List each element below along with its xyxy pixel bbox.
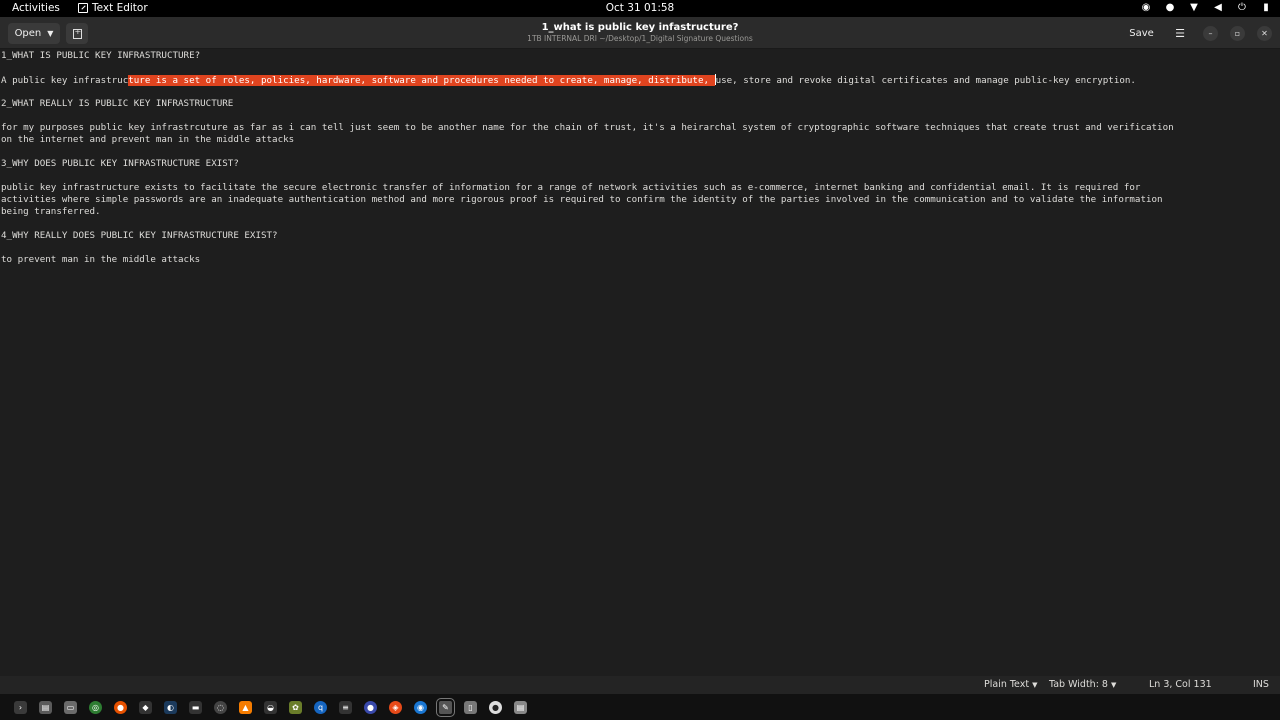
language-selector[interactable]: Plain Text ▼: [984, 679, 1037, 690]
vlc-icon[interactable]: ▲: [239, 700, 252, 714]
close-icon: ✕: [1261, 29, 1268, 38]
firefox-icon[interactable]: ●: [114, 700, 127, 714]
terminal-icon[interactable]: ›: [14, 700, 27, 714]
chat-icon[interactable]: ●: [364, 700, 377, 714]
app-menu-label: Text Editor: [92, 2, 148, 14]
text-line[interactable]: public key infrastructure exists to faci…: [1, 182, 1140, 194]
obs-icon[interactable]: ●: [489, 700, 502, 714]
save-button[interactable]: Save: [1124, 23, 1159, 44]
document-icon[interactable]: ▯: [464, 700, 477, 714]
brave-icon[interactable]: ◈: [389, 700, 402, 714]
minimize-button[interactable]: –: [1203, 26, 1218, 41]
chrome-icon[interactable]: ◎: [89, 700, 102, 714]
text-segment: A public key infrastruc: [1, 75, 129, 86]
activities-button[interactable]: Activities: [12, 2, 60, 14]
window-title: 1_what is public key infastructure? 1TB …: [0, 22, 1280, 43]
insert-mode-indicator: INS: [1253, 679, 1269, 690]
status-bar: Plain Text ▼ Tab Width: 8 ▼ Ln 3, Col 131 …: [0, 676, 1280, 694]
text-line[interactable]: activities where simple passwords are an…: [1, 194, 1163, 206]
system-tray[interactable]: ◉ ● ▼ ◀ ⏻ ▮: [1140, 2, 1272, 13]
accessibility-icon[interactable]: ◉: [1140, 2, 1152, 13]
chevron-down-icon: ▼: [1110, 681, 1117, 689]
garden-icon[interactable]: ✿: [289, 700, 302, 714]
chevron-down-icon: ▼: [1032, 681, 1038, 689]
text-line[interactable]: to prevent man in the middle attacks: [1, 254, 200, 266]
text-line[interactable]: 1_WHAT IS PUBLIC KEY INFRASTRUCTURE?: [1, 50, 200, 62]
text-line[interactable]: 4_WHY REALLY DOES PUBLIC KEY INFRASTRUCT…: [1, 230, 278, 242]
app-menu[interactable]: Text Editor: [78, 2, 148, 14]
hamburger-menu-icon: ☰: [1175, 27, 1185, 40]
minimize-icon: –: [1208, 29, 1213, 38]
maximize-icon: ▫: [1234, 29, 1241, 38]
text-line[interactable]: on the internet and prevent man in the m…: [1, 134, 294, 146]
code-icon[interactable]: ≡: [339, 700, 352, 714]
cursor-position[interactable]: Ln 3, Col 131: [1149, 679, 1212, 690]
notes-icon[interactable]: ▤: [514, 700, 527, 714]
text-line[interactable]: being transferred.: [1, 206, 101, 218]
clock[interactable]: Oct 31 01:58: [606, 2, 674, 14]
vscode-icon[interactable]: ◉: [414, 700, 427, 714]
text-selection[interactable]: ture is a set of roles, policies, hardwa…: [128, 75, 715, 86]
dock: › ▤ ▭ ◎ ● ◆ ◐ ▬ ◌ ▲ ◒ ✿ q ≡ ● ◈ ◉ ✎ ▯ ● …: [0, 694, 1280, 720]
blender-icon[interactable]: ◒: [264, 700, 277, 714]
screen-icon[interactable]: ▬: [189, 700, 202, 714]
gimp-icon[interactable]: ◌: [214, 700, 227, 714]
main-menu-button[interactable]: ☰: [1170, 23, 1190, 44]
system-top-bar: Activities Text Editor Oct 31 01:58 ◉ ● …: [0, 0, 1280, 17]
tab-width-selector[interactable]: Tab Width: 8 ▼: [1049, 679, 1116, 690]
language-label: Plain Text: [984, 679, 1030, 690]
tab-width-label: Tab Width: 8: [1049, 679, 1108, 690]
volume-icon[interactable]: ◀: [1212, 2, 1224, 13]
header-bar: Open ▼ 1_what is public key infastructur…: [0, 17, 1280, 49]
power-icon[interactable]: ⏻: [1236, 2, 1248, 13]
text-line-with-selection[interactable]: A public key infrastructure is a set of …: [1, 74, 1136, 87]
text-line[interactable]: 3_WHY DOES PUBLIC KEY INFRASTRUCTURE EXI…: [1, 158, 239, 170]
close-button[interactable]: ✕: [1257, 26, 1272, 41]
text-editor-area[interactable]: 1_WHAT IS PUBLIC KEY INFRASTRUCTURE? A p…: [0, 49, 1280, 676]
text-editor-icon[interactable]: ✎: [436, 697, 455, 717]
qbittorrent-icon[interactable]: q: [314, 700, 327, 714]
wifi-icon[interactable]: ▼: [1188, 2, 1200, 13]
steam-icon[interactable]: ◐: [164, 700, 177, 714]
files-icon[interactable]: ▤: [39, 700, 52, 714]
inkscape-icon[interactable]: ◆: [139, 700, 152, 714]
text-segment: use, store and revoke digital certificat…: [715, 75, 1136, 86]
document-path: 1TB INTERNAL DRI ~/Desktop/1_Digital Sig…: [527, 34, 753, 43]
maximize-button[interactable]: ▫: [1230, 26, 1245, 41]
nautilus-icon[interactable]: ▭: [64, 700, 77, 714]
steam-tray-icon[interactable]: ●: [1164, 2, 1176, 13]
battery-icon[interactable]: ▮: [1260, 2, 1272, 13]
text-editor-icon: [78, 3, 88, 13]
text-line[interactable]: for my purposes public key infrastrcutur…: [1, 122, 1174, 134]
text-line[interactable]: 2_WHAT REALLY IS PUBLIC KEY INFRASTRUCTU…: [1, 98, 233, 110]
document-title: 1_what is public key infastructure?: [541, 22, 739, 33]
